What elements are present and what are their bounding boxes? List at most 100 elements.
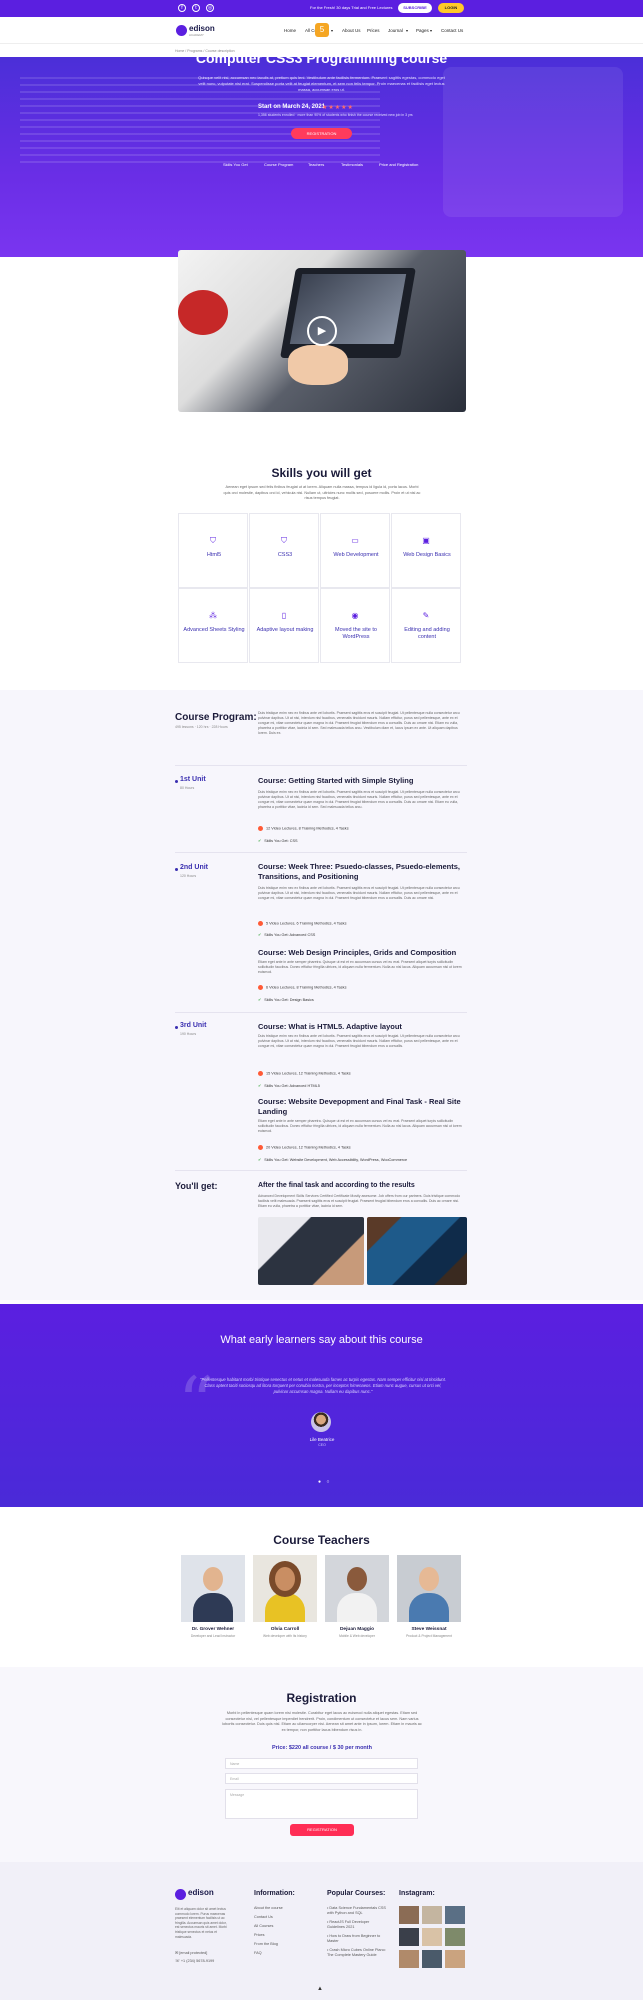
course-text: Etiam eget ante in ante semper pharetra.…: [258, 1119, 462, 1133]
tab-teachers[interactable]: Teachers: [308, 162, 324, 167]
email-field[interactable]: Email: [225, 1773, 418, 1784]
instagram-photo[interactable]: [399, 1928, 419, 1946]
instagram-photo[interactable]: [399, 1906, 419, 1924]
footer: [0, 1862, 643, 2000]
tab-skills[interactable]: Skills You Get: [223, 162, 248, 167]
footer-link[interactable]: From the Blog: [254, 1942, 278, 1946]
instagram-photo[interactable]: [445, 1906, 465, 1924]
skill-label: Web Design Basics: [403, 552, 451, 558]
facebook-icon[interactable]: f: [178, 4, 186, 12]
teacher-photo[interactable]: [325, 1555, 389, 1622]
rating-stars-icon: ★★★★★: [322, 105, 354, 111]
video-icon: [258, 826, 263, 831]
skill-card: ▯ Adaptive layout making: [249, 588, 319, 663]
teacher-photo[interactable]: [253, 1555, 317, 1622]
footer-link[interactable]: FAQ: [254, 1951, 262, 1955]
registration-description: Morbi in pellentesque quam lorem nisi mo…: [222, 1711, 422, 1732]
wordpress-icon: ◉: [351, 611, 359, 620]
chevron-down-icon: ▾: [331, 28, 334, 33]
nav-item-contact[interactable]: Contact Us: [441, 28, 463, 33]
chevron-down-icon: ▾: [430, 28, 433, 33]
carousel-dots[interactable]: ● ○: [318, 1479, 331, 1485]
headphones-image: [178, 290, 228, 335]
tab-program[interactable]: Course Program: [264, 162, 293, 167]
instagram-photo[interactable]: [399, 1950, 419, 1968]
video-icon: [258, 985, 263, 990]
scroll-to-top-icon[interactable]: ▲: [317, 1986, 323, 1992]
course-lectures: 15 Video Lectures, 12 Training Methodics…: [258, 1071, 351, 1076]
footer-email[interactable]: ✉ [email protected]: [175, 1950, 207, 1955]
hero-registration-button[interactable]: REGISTRATION: [291, 128, 352, 139]
teacher-photo[interactable]: [397, 1555, 461, 1622]
logo-icon[interactable]: [176, 25, 187, 36]
coding-photo: [367, 1217, 467, 1285]
teacher-name[interactable]: Dr. Grover Wehner: [181, 1627, 245, 1632]
course-title[interactable]: Course: Website Devepopment and Final Ta…: [258, 1097, 468, 1117]
course-title[interactable]: Course: What is HTML5. Adaptive layout: [258, 1022, 468, 1032]
footer-course-link[interactable]: • ReactJS Full Developer Guidelines 2021: [327, 1920, 387, 1930]
unit-hours: 80 Hours: [180, 786, 195, 790]
teacher-figure: [193, 1593, 233, 1622]
nav-item-pages[interactable]: Pages: [416, 28, 429, 33]
teacher-name[interactable]: Olvia Carroll: [253, 1627, 317, 1632]
info-title: Information:: [254, 1890, 295, 1897]
tab-testimonials[interactable]: Testimonials: [341, 162, 363, 167]
teacher-name[interactable]: Dejuan Maggio: [325, 1627, 389, 1632]
instagram-photo[interactable]: [445, 1950, 465, 1968]
course-lectures: 12 Video Lectures, 8 Training Methodics,…: [258, 826, 349, 831]
hero-meta: 1,356 students enrolled · more than 90% …: [258, 113, 413, 117]
play-icon[interactable]: ▶: [307, 316, 337, 346]
lectures-text: 15 Video Lectures, 12 Training Methodics…: [266, 1071, 351, 1076]
skill-label: CSS3: [277, 552, 293, 558]
footer-logo-icon[interactable]: [175, 1889, 186, 1900]
nav-item-about[interactable]: About Us: [342, 28, 361, 33]
video-icon: [258, 921, 263, 926]
skill-card: ⛉ Html5: [178, 513, 248, 588]
course-title[interactable]: Course: Web Design Principles, Grids and…: [258, 948, 468, 958]
instagram-photo[interactable]: [422, 1928, 442, 1946]
message-field[interactable]: Message: [225, 1789, 418, 1819]
course-link-text: How to Draw from Beginner to Master: [327, 1934, 381, 1943]
footer-link[interactable]: All Courses: [254, 1924, 273, 1928]
course-link-text: Crash Micro Cubes Online Piano: The Comp…: [327, 1948, 386, 1957]
course-video[interactable]: ▶: [178, 250, 466, 412]
teacher-name[interactable]: Steve Weissnat: [397, 1627, 461, 1632]
footer-link[interactable]: Contact Us: [254, 1915, 273, 1919]
avatar: [311, 1412, 331, 1432]
subscribe-button[interactable]: SUBSCRIBE: [398, 3, 432, 13]
teacher-photo[interactable]: [181, 1555, 245, 1622]
instagram-icon[interactable]: ◎: [206, 4, 214, 12]
nav-item-journal[interactable]: Journal: [388, 28, 403, 33]
footer-course-link[interactable]: • Crash Micro Cubes Online Piano: The Co…: [327, 1948, 387, 1958]
footer-link[interactable]: About the course: [254, 1906, 283, 1910]
course-title[interactable]: Course: Getting Started with Simple Styl…: [258, 776, 468, 786]
check-icon: ✔: [258, 1084, 262, 1088]
footer-logo-text[interactable]: edison: [188, 1888, 214, 1897]
divider: [175, 1170, 467, 1171]
testimonial-name: Lile Beatrice: [309, 1437, 335, 1442]
footer-link[interactable]: Prices: [254, 1933, 265, 1937]
registration-button[interactable]: REGISTRATION: [290, 1824, 354, 1836]
lectures-text: 6 Video Lectures, 8 Training Methodics, …: [266, 985, 347, 990]
teacher-face: [347, 1567, 367, 1591]
nav-item-prices[interactable]: Prices: [367, 28, 380, 33]
skills-description: Aenean eget ipsum sed felis finibus feug…: [223, 485, 421, 500]
skills-title: Skills you will get: [271, 466, 372, 480]
footer-course-link[interactable]: • How to Draw from Beginner to Master: [327, 1934, 387, 1944]
login-button[interactable]: LOGIN: [438, 3, 464, 13]
tab-price[interactable]: Price and Registration: [379, 162, 418, 167]
footer-phone[interactable]: ☏ +1 (234) 5678-9199: [175, 1958, 214, 1963]
code-icon: ▭: [351, 536, 359, 545]
skill-card: ✎ Editing and adding content: [391, 588, 461, 663]
twitter-icon[interactable]: t: [192, 4, 200, 12]
name-field[interactable]: Name: [225, 1758, 418, 1769]
instagram-photo[interactable]: [422, 1950, 442, 1968]
logo-text[interactable]: edison: [189, 24, 215, 33]
hero-description: Quisque velit nisi, accumsan nec iaculis…: [198, 75, 445, 92]
course-title[interactable]: Course: Week Three: Psuedo-classes, Psue…: [258, 862, 468, 882]
mobile-icon: ▯: [281, 611, 287, 620]
nav-item-home[interactable]: Home: [284, 28, 296, 33]
instagram-photo[interactable]: [445, 1928, 465, 1946]
footer-course-link[interactable]: • Data Science Fundamentals CSS with Pyt…: [327, 1906, 387, 1916]
instagram-photo[interactable]: [422, 1906, 442, 1924]
